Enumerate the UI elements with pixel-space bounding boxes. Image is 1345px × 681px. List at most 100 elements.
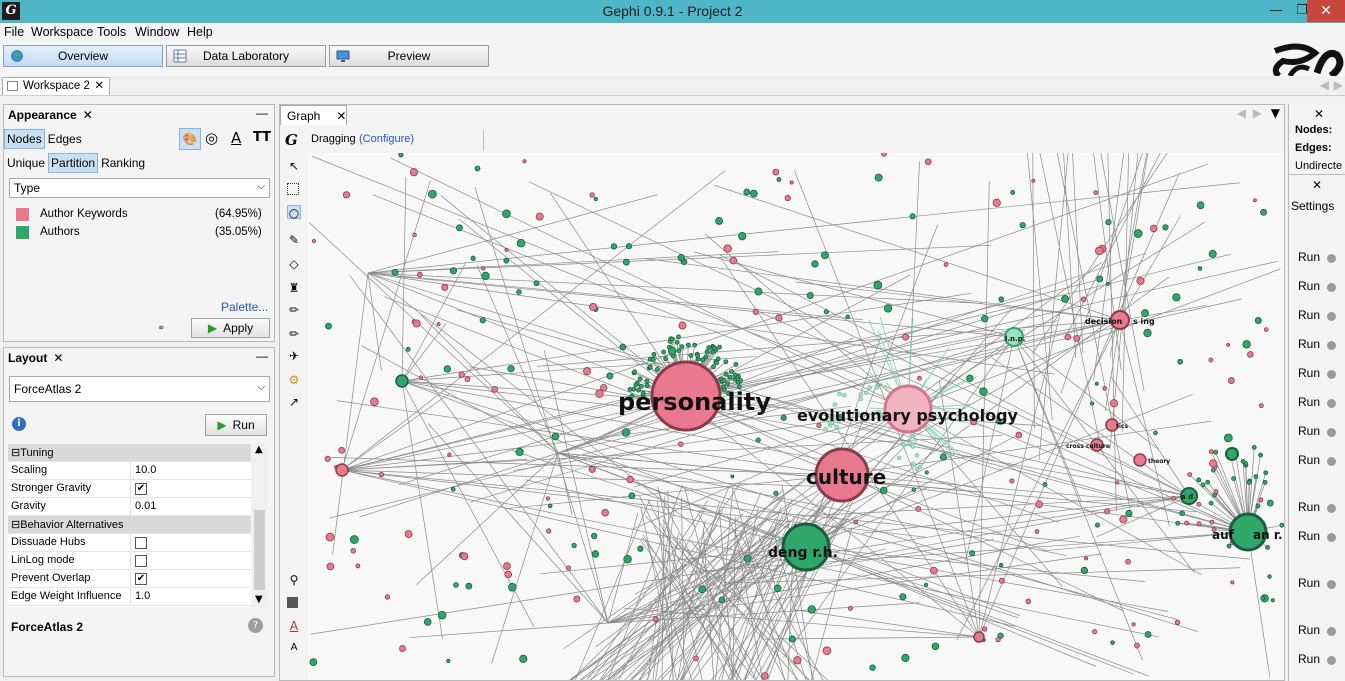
graph-node[interactable] [1208, 500, 1214, 506]
statistic-run-row[interactable]: Run [1289, 333, 1345, 357]
graph-node[interactable] [547, 503, 553, 509]
graph-node[interactable] [712, 345, 718, 351]
graph-node[interactable] [909, 213, 916, 220]
graph-node[interactable] [943, 262, 949, 267]
run-statistic-button[interactable]: Run [1298, 424, 1320, 438]
statistics-settings-link[interactable]: Settings [1291, 199, 1334, 213]
graph-node[interactable] [464, 376, 471, 383]
graph-node[interactable] [674, 339, 680, 345]
run-statistic-button[interactable]: Run [1298, 453, 1320, 467]
partition-swatch[interactable] [16, 208, 29, 221]
graph-node[interactable] [1092, 629, 1098, 635]
graph-node[interactable] [326, 562, 335, 571]
graph-node[interactable] [342, 191, 351, 199]
graph-node[interactable] [1134, 642, 1140, 649]
graph-node[interactable] [446, 658, 451, 664]
graph-node[interactable] [481, 271, 490, 281]
graph-node[interactable] [677, 253, 685, 262]
tab-partition[interactable]: Partition [48, 153, 99, 173]
graph-node[interactable] [661, 349, 667, 355]
statistic-run-row[interactable]: Run [1289, 362, 1345, 386]
graph-node[interactable] [902, 333, 910, 341]
configure-link[interactable]: (Configure) [359, 133, 414, 145]
graph-node[interactable] [593, 196, 598, 202]
graph-node[interactable] [1230, 580, 1235, 585]
graph-node[interactable] [738, 232, 747, 241]
statistic-run-row[interactable]: Run [1289, 449, 1345, 473]
run-statistic-button[interactable]: Run [1298, 279, 1320, 293]
graph-node[interactable] [522, 159, 527, 164]
graph-node[interactable] [324, 455, 331, 462]
graph-node[interactable] [1114, 480, 1120, 485]
graph-node[interactable] [428, 189, 437, 199]
rectangle-select-icon[interactable] [287, 183, 299, 195]
properties-scrollbar[interactable]: ▲ ▼ [252, 444, 267, 607]
graph-node[interactable] [1034, 529, 1040, 534]
graph-node[interactable] [1150, 224, 1158, 233]
minimize-panel-icon[interactable]: — [256, 106, 268, 120]
graph-node[interactable] [589, 302, 598, 312]
background-color-icon[interactable] [287, 597, 298, 608]
pencil-icon[interactable]: ✏ [287, 303, 301, 317]
graph-node[interactable] [754, 287, 763, 296]
palette-link[interactable]: Palette... [221, 300, 268, 314]
graph-node[interactable] [822, 646, 832, 656]
graph-node[interactable] [732, 372, 738, 378]
graph-node[interactable] [1226, 343, 1231, 347]
graph-node[interactable] [995, 636, 1001, 643]
graph-node[interactable] [325, 322, 332, 330]
graph-node[interactable] [730, 474, 735, 479]
graph-node[interactable] [1246, 480, 1252, 485]
graph-node[interactable] [704, 349, 710, 355]
graph-node[interactable] [966, 374, 974, 382]
graph-node[interactable] [1143, 328, 1152, 338]
node-small-hub[interactable] [973, 631, 985, 643]
graph-node[interactable] [404, 530, 413, 538]
graph-node[interactable] [453, 582, 459, 588]
statistic-run-row[interactable]: Run [1289, 246, 1345, 270]
graph-node[interactable] [619, 343, 627, 351]
graph-node[interactable] [338, 447, 345, 454]
graph-node[interactable] [715, 217, 724, 225]
graph-node[interactable] [910, 444, 916, 449]
graph-node[interactable] [670, 336, 675, 342]
graph-node[interactable] [1263, 327, 1269, 332]
graph-node[interactable] [1279, 522, 1284, 528]
layout-algorithm-select[interactable]: ForceAtlas 2 ⌵ [9, 376, 270, 402]
linlog-checkbox[interactable] [135, 555, 147, 567]
graph-node[interactable] [1213, 489, 1219, 494]
graph-node[interactable] [698, 585, 707, 594]
graph-node[interactable] [1253, 474, 1259, 480]
statistic-run-row[interactable]: Run [1289, 496, 1345, 520]
graph-node[interactable] [678, 441, 684, 447]
graph-node[interactable] [1105, 281, 1110, 286]
gravity-field[interactable]: 0.01 [130, 498, 251, 516]
graph-node[interactable] [714, 360, 720, 366]
graph-node[interactable] [565, 565, 572, 571]
close-statistics-icon[interactable]: ✕ [1312, 178, 1322, 192]
label-font-icon[interactable]: A [287, 641, 301, 655]
close-layout-icon[interactable]: ✕ [53, 351, 63, 365]
menu-workspace[interactable]: Workspace [31, 25, 93, 39]
graph-node[interactable] [447, 452, 452, 457]
tab-ranking[interactable]: Ranking [98, 153, 148, 173]
graph-node[interactable] [1262, 480, 1268, 485]
graph-node[interactable] [633, 382, 639, 388]
graph-node[interactable] [929, 566, 938, 575]
graph-node[interactable] [1153, 430, 1158, 436]
graph-node[interactable] [355, 563, 361, 569]
graph-node[interactable] [1009, 478, 1015, 484]
graph-node[interactable] [924, 158, 932, 166]
graph-node[interactable] [917, 375, 922, 381]
graph-node[interactable] [1144, 631, 1152, 638]
graph-node[interactable] [503, 562, 511, 571]
graph-node[interactable] [1209, 459, 1218, 468]
graph-node[interactable] [874, 173, 883, 182]
run-statistic-button[interactable]: Run [1298, 337, 1320, 351]
property-category[interactable]: ⊟Behavior Alternatives [8, 516, 251, 534]
graph-node[interactable] [1015, 431, 1023, 439]
graph-node[interactable] [441, 283, 449, 291]
close-tab-icon[interactable]: ✕ [94, 78, 104, 94]
graph-node[interactable] [443, 365, 452, 373]
graph-node[interactable] [573, 595, 581, 603]
